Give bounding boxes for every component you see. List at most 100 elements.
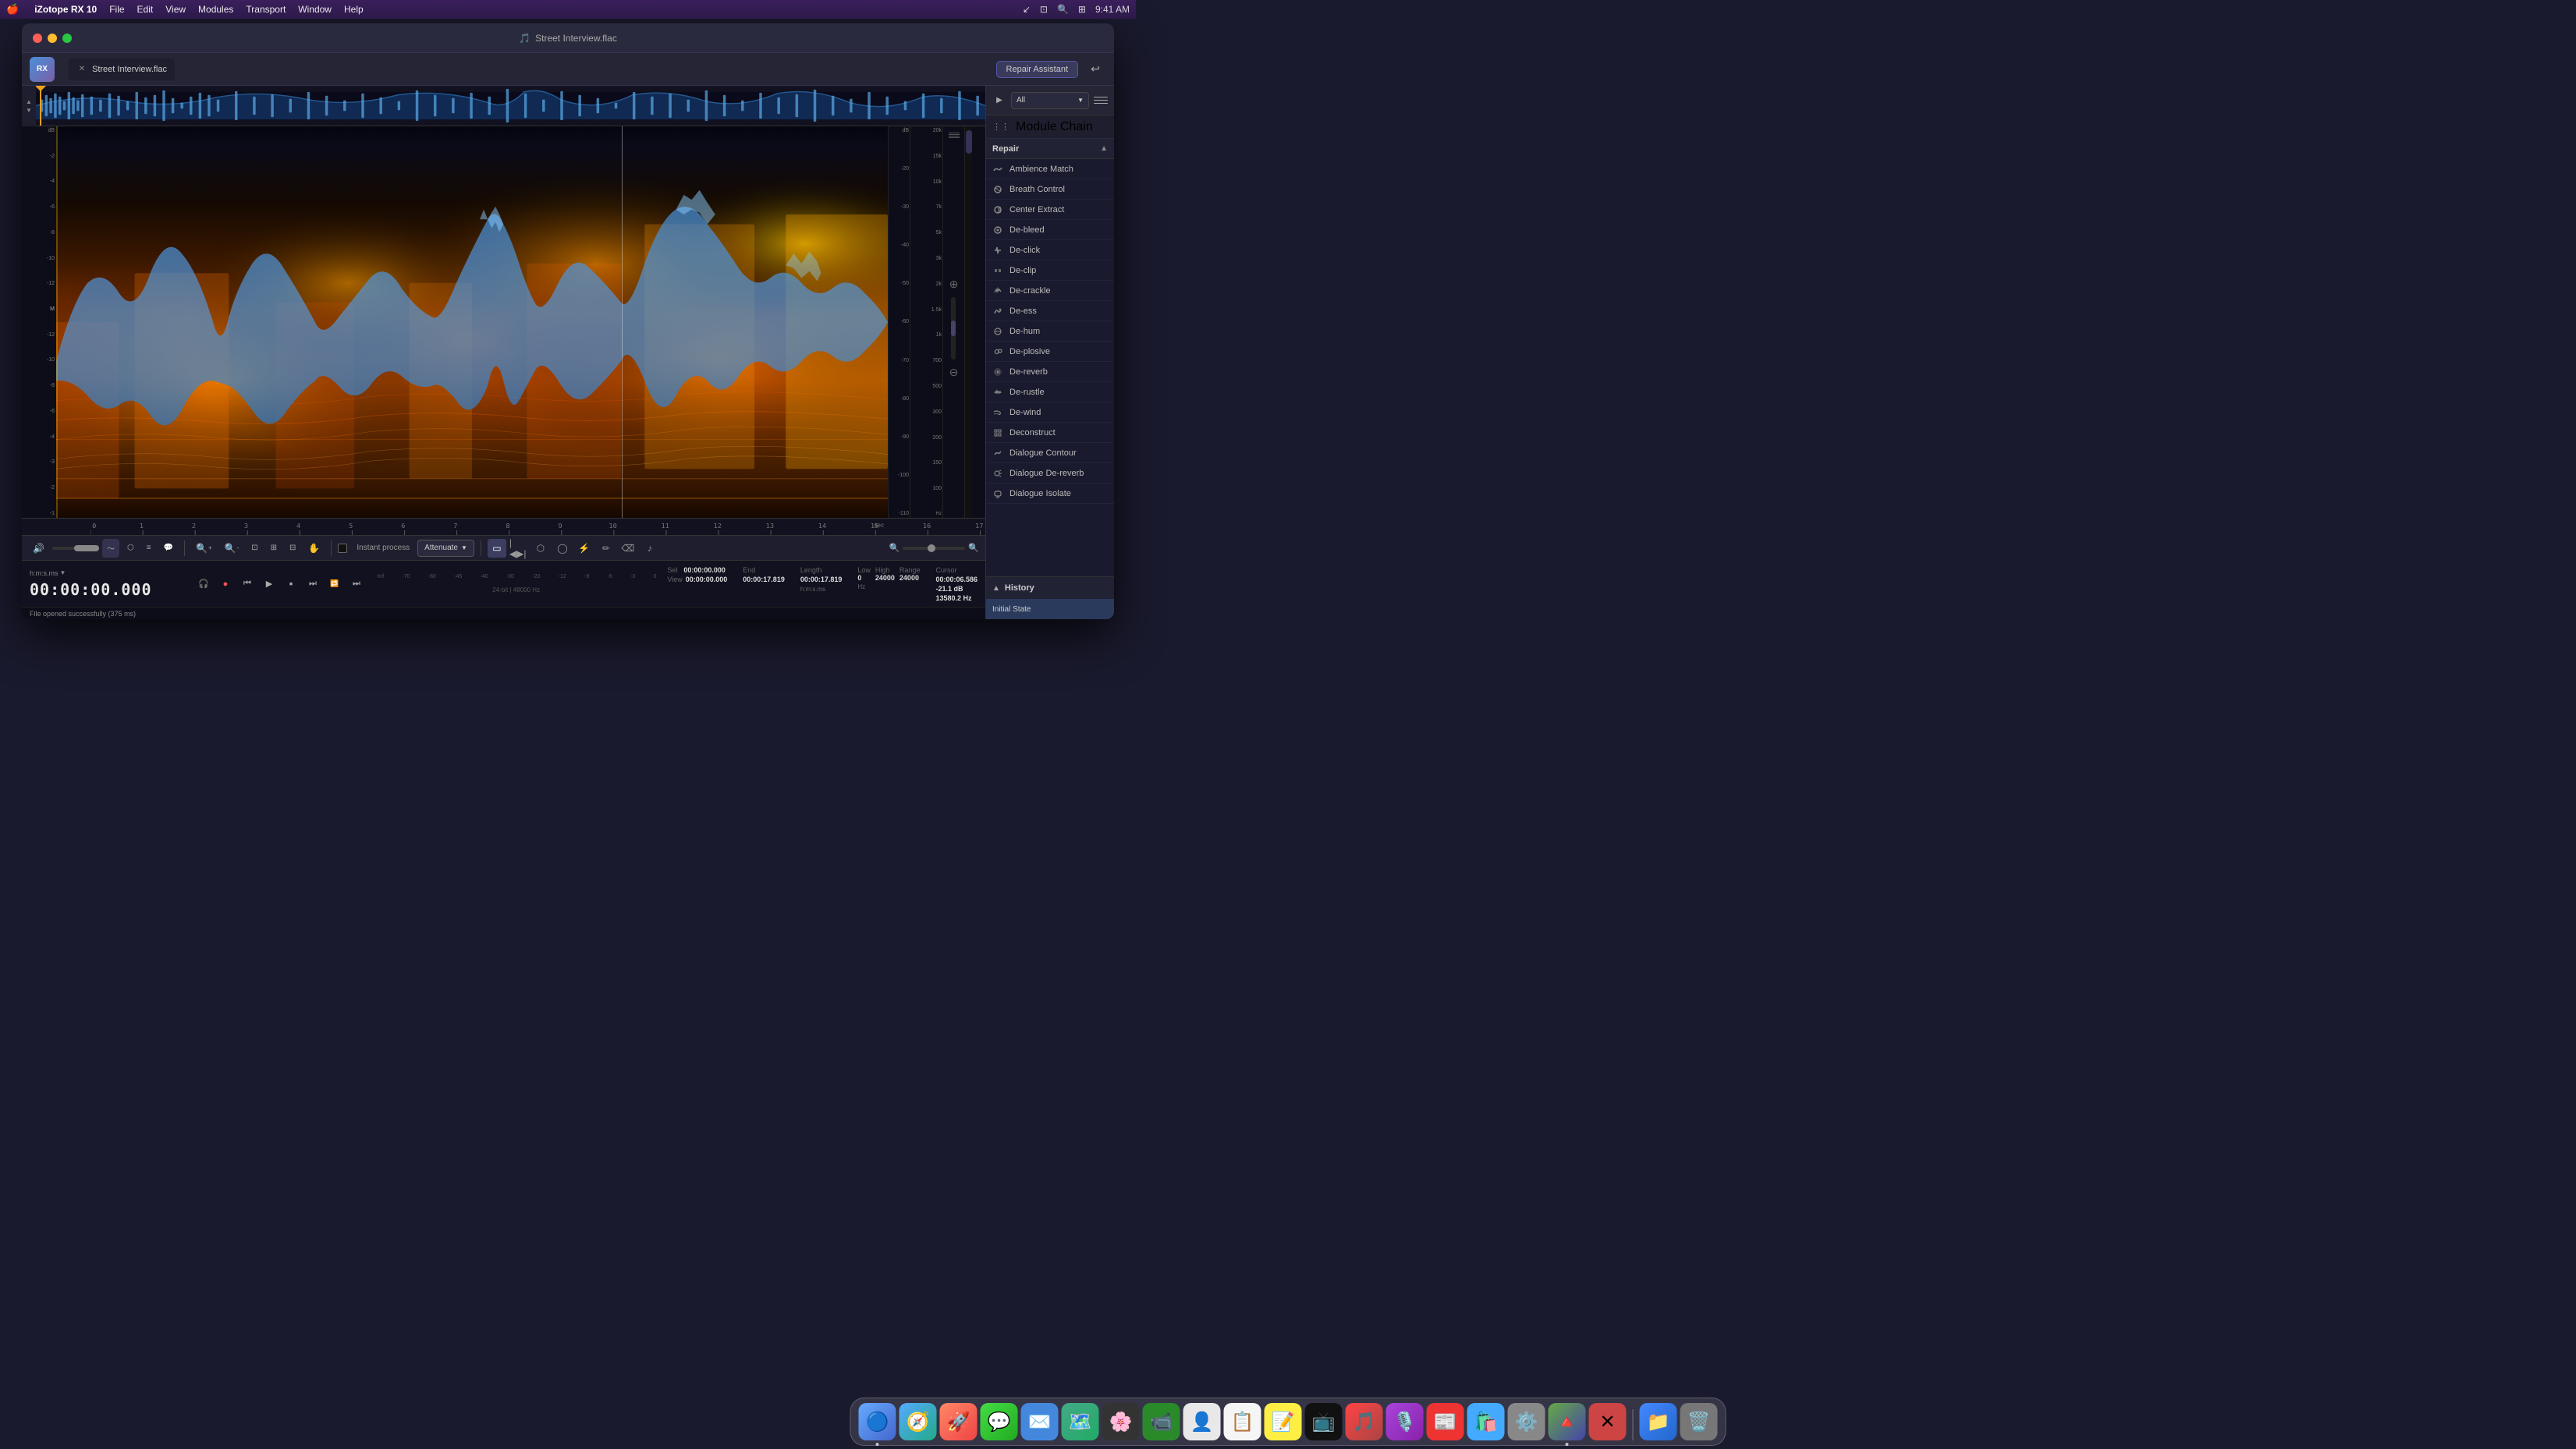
eraser-tool-button[interactable]: ⌫ [619,539,637,558]
dock-trash[interactable]: 🗑️ [1680,1403,1718,1440]
dock-finder[interactable]: 🔵 [859,1403,896,1440]
zoom-in-vertical[interactable]: ⊕ [949,278,959,291]
maximize-button[interactable] [62,34,72,43]
transport-end[interactable]: ⏭ [348,576,365,593]
dock-messages[interactable]: 💬 [981,1403,1018,1440]
monitor-button[interactable]: 🔊 [28,539,49,558]
dock-news[interactable]: 📰 [1427,1403,1464,1440]
waveform-overview-canvas[interactable] [36,86,985,126]
back-nav-button[interactable]: ↩ [1084,58,1106,80]
dock-facetime[interactable]: 📹 [1143,1403,1180,1440]
module-item-de-plosive[interactable]: De-plosive [986,342,1114,362]
time-select-button[interactable]: |◀▶| [509,539,528,558]
dock-safari[interactable]: 🧭 [899,1403,937,1440]
text-view-button[interactable]: ≡ [142,539,156,558]
zoom-out-vertical[interactable]: ⊖ [949,366,959,379]
menu-file[interactable]: File [109,4,124,15]
dock-notes[interactable]: 📝 [1265,1403,1302,1440]
app-name[interactable]: iZotope RX 10 [34,4,97,15]
module-item-center-extract[interactable]: Center Extract [986,200,1114,220]
panel-menu-button[interactable] [1094,94,1108,108]
file-tab[interactable]: ✕ Street Interview.flac [69,58,175,80]
menubar-icon-1[interactable]: ↙ [1023,4,1031,15]
zoom-level-slider[interactable] [903,547,965,550]
module-item-de-wind[interactable]: De-wind [986,402,1114,423]
module-item-de-click[interactable]: De-click [986,240,1114,260]
history-header[interactable]: ▲ History [986,577,1114,599]
menubar-icon-2[interactable]: ⊡ [1040,4,1048,15]
transport-headphones[interactable]: 🎧 [195,576,212,593]
dock-podcasts[interactable]: 🎙️ [1386,1403,1424,1440]
time-format-selector[interactable]: h:m:s.ms ▼ [30,569,186,577]
module-item-de-crackle[interactable]: De-crackle [986,281,1114,301]
comment-button[interactable]: 💬 [159,539,178,558]
dock-photos[interactable]: 🌸 [1102,1403,1140,1440]
module-item-de-reverb[interactable]: De-reverb [986,362,1114,382]
zoom-out-button[interactable]: 🔍 - [220,539,244,558]
panel-play-button[interactable]: ▶ [992,94,1006,108]
zoom-slider-track[interactable] [52,547,99,550]
menu-modules[interactable]: Modules [198,4,233,15]
select-tool-button[interactable]: ▭ [488,539,506,558]
module-chain-row[interactable]: ⋮⋮ Module Chain [986,115,1114,139]
menubar-icon-4[interactable]: ⊞ [1078,4,1086,15]
menu-window[interactable]: Window [298,4,332,15]
transport-record[interactable]: ● [217,576,234,593]
spectrogram-canvas[interactable] [56,126,888,518]
transport-loop[interactable]: 🔁 [326,576,343,593]
vertical-scroll-track[interactable] [951,297,956,360]
spectrogram-view-button[interactable]: ⬡ [122,539,139,558]
zoom-fit-button[interactable]: ⊡ [247,539,262,558]
module-item-dialogue-contour[interactable]: Dialogue Contour [986,443,1114,463]
dock-files[interactable]: 📁 [1640,1403,1677,1440]
transport-stop[interactable]: ⏹ [282,576,300,593]
zoom-in-button[interactable]: 🔍 + [191,539,217,558]
transport-rewind[interactable]: ⏮ [239,576,256,593]
dock-maps[interactable]: 🗺️ [1062,1403,1099,1440]
zoom-sel-button[interactable]: ⊟ [285,539,300,558]
dock-launchpad[interactable]: 🚀 [940,1403,978,1440]
dock-settings[interactable]: ⚙️ [1508,1403,1545,1440]
history-initial-state[interactable]: Initial State [986,599,1114,619]
menu-help[interactable]: Help [344,4,364,15]
menu-transport[interactable]: Transport [246,4,286,15]
module-item-dialogue-de-reverb[interactable]: Dialogue De-reverb [986,463,1114,484]
magic-wand-button[interactable]: ⚡ [575,539,594,558]
minimize-button[interactable] [48,34,57,43]
hand-tool-button[interactable]: ✋ [303,539,325,558]
repair-section-header[interactable]: Repair ▲ [986,139,1114,159]
harmonic-pencil-button[interactable]: ♪ [640,539,659,558]
dock-appstore[interactable]: 🛍️ [1467,1403,1505,1440]
freq-select-button[interactable]: ⬡ [531,539,550,558]
vertical-scrollbar[interactable] [964,126,972,518]
playhead[interactable] [40,86,41,126]
module-item-dialogue-isolate[interactable]: Dialogue Isolate [986,484,1114,504]
overview-collapse-button[interactable]: ▲ ▼ [22,86,36,126]
module-item-de-ess[interactable]: De-ess [986,301,1114,321]
apple-menu[interactable]: 🍎 [6,3,19,16]
dock-reminders[interactable]: 📋 [1224,1403,1261,1440]
menu-view[interactable]: View [165,4,186,15]
instant-process-checkbox[interactable] [338,544,347,553]
repair-assistant-button[interactable]: Repair Assistant [996,61,1078,78]
dock-mail[interactable]: ✉️ [1021,1403,1059,1440]
module-item-de-bleed[interactable]: De-bleed [986,220,1114,240]
module-item-de-rustle[interactable]: De-rustle [986,382,1114,402]
close-button[interactable] [33,34,42,43]
module-item-de-hum[interactable]: De-hum [986,321,1114,342]
dock-izotope[interactable]: 🔺 [1549,1403,1586,1440]
waveform-view-button[interactable]: 〜 [102,539,119,558]
pencil-tool-button[interactable]: ✏ [597,539,616,558]
module-item-de-clip[interactable]: De-clip [986,260,1114,281]
module-item-deconstruct[interactable]: Deconstruct [986,423,1114,443]
spectrogram-area[interactable]: dB -2 -4 -6 -8 -10 -12 M -12 -10 -8 -6 -… [22,126,985,518]
zoom-time-button[interactable]: ⊞ [266,539,282,558]
menu-edit[interactable]: Edit [137,4,154,15]
attenuate-dropdown[interactable]: Attenuate ▼ [417,540,474,557]
lasso-tool-button[interactable]: ◯ [553,539,572,558]
transport-forward[interactable]: ⏭ [304,576,321,593]
dock-music[interactable]: 🎵 [1346,1403,1383,1440]
module-item-ambience-match[interactable]: Ambience Match [986,159,1114,179]
tab-close-icon[interactable]: ✕ [76,64,87,75]
dock-tv[interactable]: 📺 [1305,1403,1343,1440]
